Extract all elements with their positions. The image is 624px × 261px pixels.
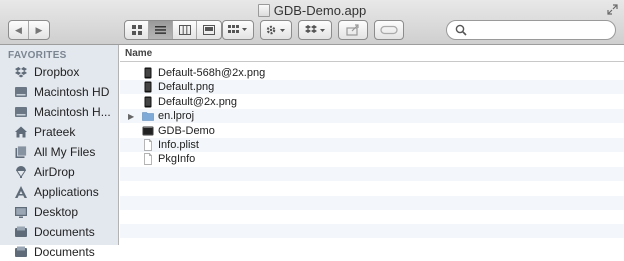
file-row[interactable]: Default.png	[120, 80, 624, 95]
sidebar: FAVORITES Dropbox Macintosh HD Macintosh H…	[0, 45, 119, 259]
disclosure-triangle-icon[interactable]: ▶	[128, 112, 136, 121]
phone-image-icon	[142, 96, 154, 108]
back-arrow: ◀	[15, 24, 22, 35]
search-field[interactable]	[446, 20, 616, 40]
empty-row	[120, 195, 624, 210]
forward-arrow: ▶	[35, 24, 43, 35]
document-icon	[142, 139, 154, 151]
file-row[interactable]: GDB-Demo	[120, 124, 624, 138]
file-name: en.lproj	[158, 110, 195, 123]
coverflow-view-button[interactable]	[197, 21, 221, 39]
file-row[interactable]: Default-568h@2x.png	[120, 66, 624, 80]
sidebar-item-label: Dropbox	[34, 65, 80, 79]
sidebar-item-all-my-files[interactable]: All My Files	[0, 143, 119, 161]
empty-row	[120, 210, 624, 224]
file-name: Default.png	[158, 81, 215, 94]
file-name: GDB-Demo	[158, 124, 215, 137]
dropbox-icon	[305, 25, 325, 33]
share-button[interactable]	[338, 20, 368, 40]
finder-window: GDB-Demo.app ◀ ▶ FAVORITES Dropbox Macin…	[0, 0, 624, 259]
phone-image-icon	[142, 67, 154, 79]
app-icon	[257, 4, 270, 17]
column-header-name[interactable]: Name	[120, 45, 624, 62]
empty-row	[120, 181, 624, 195]
empty-row	[120, 166, 624, 181]
sidebar-item-label: Macintosh HD	[34, 85, 110, 99]
back-button[interactable]: ◀	[9, 21, 29, 39]
folder-icon	[142, 110, 154, 122]
sidebar-item-label: Prateek	[34, 125, 76, 139]
file-row[interactable]: PkgInfo	[120, 152, 624, 166]
icon-view-icon	[131, 25, 142, 35]
list-view-icon	[155, 26, 166, 34]
sidebar-item-applications[interactable]: Applications	[0, 183, 119, 201]
file-row[interactable]: ▶ en.lproj	[120, 109, 624, 124]
empty-row	[120, 224, 624, 239]
sidebar-item-label: All My Files	[34, 145, 96, 159]
phone-image-icon	[142, 81, 154, 93]
forward-button[interactable]: ▶	[29, 21, 49, 39]
hard-drive-icon	[14, 85, 28, 99]
window-title-text: GDB-Demo.app	[273, 3, 367, 18]
tags-button[interactable]	[374, 20, 404, 40]
documents-icon	[14, 225, 28, 239]
action-button[interactable]	[260, 20, 292, 40]
toolbar: GDB-Demo.app ◀ ▶	[0, 0, 624, 45]
dropbox-menu-button[interactable]	[298, 20, 332, 40]
sidebar-heading: FAVORITES	[8, 50, 67, 61]
empty-row	[120, 239, 624, 253]
sidebar-item-label: Macintosh H...	[34, 105, 111, 119]
fullscreen-icon[interactable]	[607, 4, 618, 15]
tag-icon	[380, 25, 398, 35]
sidebar-item-documents[interactable]: Documents	[0, 223, 119, 241]
sidebar-item-macintosh-hd[interactable]: Macintosh HD	[0, 83, 119, 101]
window-title: GDB-Demo.app	[0, 3, 624, 18]
sidebar-item-dropbox[interactable]: Dropbox	[0, 63, 119, 81]
sidebar-item-desktop[interactable]: Desktop	[0, 203, 119, 221]
executable-icon	[142, 125, 154, 137]
document-icon	[142, 153, 154, 166]
sidebar-item-label: AirDrop	[34, 165, 75, 179]
desktop-icon	[14, 205, 28, 219]
sidebar-item-label: Documents	[34, 245, 95, 259]
sidebar-item-label: Desktop	[34, 205, 79, 219]
view-mode-control	[124, 20, 222, 40]
file-name: Info.plist	[158, 139, 199, 151]
coverflow-view-icon	[203, 25, 215, 35]
sidebar-item-prateek[interactable]: Prateek	[0, 123, 119, 141]
sidebar-item-label: Documents	[34, 225, 95, 239]
column-view-icon	[178, 25, 191, 35]
documents-icon	[14, 245, 28, 259]
hard-drive-icon	[14, 105, 28, 119]
share-icon	[346, 24, 359, 36]
sidebar-item-airdrop[interactable]: AirDrop	[0, 163, 119, 181]
column-view-button[interactable]	[173, 21, 197, 39]
gear-icon	[266, 25, 285, 35]
applications-icon	[14, 185, 28, 199]
home-icon	[14, 125, 28, 139]
file-row[interactable]: Default@2x.png	[120, 95, 624, 109]
back-forward-control: ◀ ▶	[8, 20, 50, 40]
file-name: Default@2x.png	[158, 95, 238, 108]
file-list: Name Default-568h@2x.png Default.png Defau…	[120, 45, 624, 245]
file-name: Default-568h@2x.png	[158, 67, 266, 79]
airdrop-icon	[14, 165, 28, 179]
arrange-icon	[228, 25, 247, 33]
list-view-button[interactable]	[149, 21, 173, 39]
file-name: PkgInfo	[158, 153, 196, 166]
dropbox-icon	[14, 65, 28, 79]
arrange-button[interactable]	[222, 20, 254, 40]
search-icon	[455, 24, 467, 36]
file-row[interactable]: Info.plist	[120, 138, 624, 152]
sidebar-item-macintosh-h[interactable]: Macintosh H...	[0, 103, 119, 121]
sidebar-item-documents[interactable]: Documents	[0, 243, 119, 261]
sidebar-item-label: Applications	[34, 185, 99, 199]
icon-view-button[interactable]	[125, 21, 149, 39]
all-files-icon	[14, 145, 28, 159]
